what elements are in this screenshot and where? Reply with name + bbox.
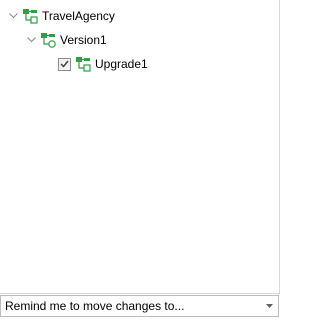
tree-node-version1[interactable]: Version1 (24, 30, 107, 50)
version-tree-icon (40, 32, 56, 48)
tree-node-label: Upgrade1 (95, 57, 148, 71)
chevron-down-icon[interactable] (24, 30, 38, 50)
dropdown-value: Remind me to move changes to... (5, 299, 185, 313)
tree-panel: TravelAgency Version1 Upgrade1 (0, 0, 280, 294)
tree-node-travelagency[interactable]: TravelAgency (6, 6, 115, 26)
upgrade-checkbox[interactable] (58, 57, 71, 71)
dropdown-arrow-icon[interactable] (260, 296, 278, 316)
move-changes-dropdown[interactable]: Remind me to move changes to... (0, 295, 279, 317)
tree-node-upgrade1[interactable]: Upgrade1 (58, 54, 148, 74)
chevron-down-icon[interactable] (6, 6, 20, 26)
kb-tree-icon (22, 8, 38, 24)
tree-node-label: Version1 (60, 33, 107, 47)
upgrade-tree-icon (75, 56, 91, 72)
tree-node-label: TravelAgency (42, 9, 115, 23)
